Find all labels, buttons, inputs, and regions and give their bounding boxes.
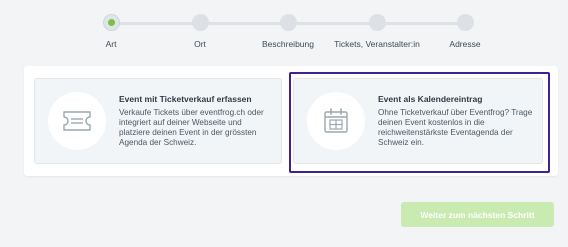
- option-calendar-entry[interactable]: Event als Kalendereintrag Ohne Ticketver…: [293, 78, 543, 164]
- ticket-icon-circle: [48, 92, 106, 150]
- calendar-icon: [324, 108, 348, 133]
- ticket-icon: [63, 111, 91, 131]
- calendar-icon-circle: [307, 92, 365, 150]
- step-dot-active: [102, 14, 120, 31]
- step-adresse[interactable]: Adresse: [410, 14, 520, 49]
- option-description: Verkaufe Tickets über eventfrog.ch oder …: [119, 107, 264, 147]
- option-title: Event als Kalendereintrag: [378, 94, 483, 105]
- step-dot: [279, 14, 297, 31]
- option-text: Event mit Ticketverkauf erfassen Verkauf…: [119, 94, 273, 147]
- step-label: Adresse: [449, 39, 481, 49]
- option-ticket-event[interactable]: Event mit Ticketverkauf erfassen Verkauf…: [34, 78, 282, 164]
- event-type-panel: Event mit Ticketverkauf erfassen Verkauf…: [24, 66, 558, 176]
- create-event-page: Art Ort Beschreibung Tickets, Veranstalt…: [0, 0, 568, 247]
- option-text: Event als Kalendereintrag Ohne Ticketver…: [378, 94, 534, 147]
- step-dot: [191, 14, 209, 31]
- option-title: Event mit Ticketverkauf erfassen: [119, 94, 252, 105]
- step-dot: [456, 14, 474, 31]
- next-step-button[interactable]: Weiter zum nächsten Schritt: [401, 202, 554, 227]
- step-dot: [368, 14, 386, 31]
- option-description: Ohne Ticketverkauf über Eventfrog? Trage…: [378, 107, 533, 147]
- progress-stepper: Art Ort Beschreibung Tickets, Veranstalt…: [0, 14, 568, 54]
